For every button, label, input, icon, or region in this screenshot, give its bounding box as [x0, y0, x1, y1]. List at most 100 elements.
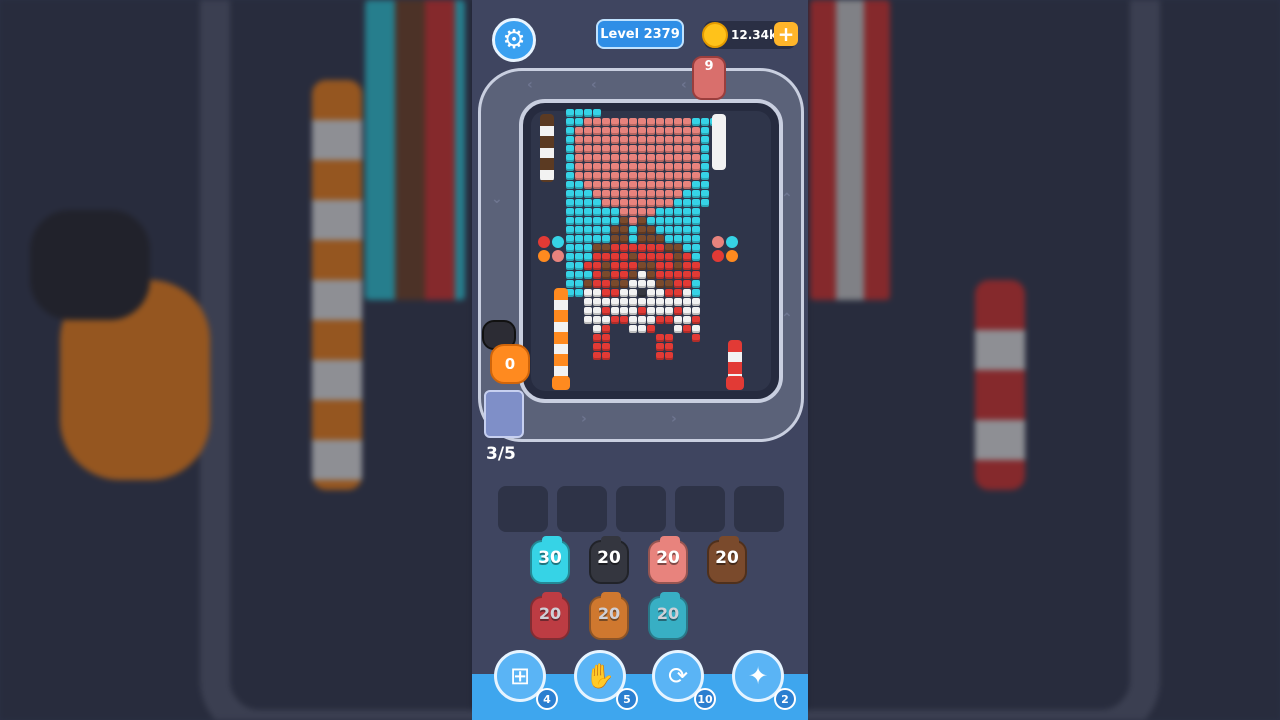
pixel-block [683, 307, 691, 315]
pixel-block [629, 199, 637, 207]
pixel-block [629, 307, 637, 315]
pixel-block [602, 316, 610, 324]
empty-slot [734, 486, 784, 532]
pixel-block [611, 208, 619, 216]
pixel-block [611, 181, 619, 189]
pixel-block [620, 307, 628, 315]
pixel-block [665, 136, 673, 144]
level-indicator: Level 2379 [596, 19, 684, 49]
pixel-block [629, 325, 637, 333]
pixel-block [584, 145, 592, 153]
pixel-block [692, 280, 700, 288]
shooter-piece[interactable]: 20 [589, 536, 629, 584]
pixel-block [692, 226, 700, 234]
pixel-block [665, 145, 673, 153]
shooter-piece[interactable]: 30 [530, 536, 570, 584]
pixel-block [593, 244, 601, 252]
pixel-block [674, 262, 682, 270]
pixel-block [665, 154, 673, 162]
pixel-block [593, 136, 601, 144]
add-slot-count: 4 [536, 688, 558, 710]
pixel-block [575, 271, 583, 279]
pixel-block [629, 154, 637, 162]
shooter-count: 20 [538, 604, 562, 623]
pixel-block [620, 208, 628, 216]
pixel-block [656, 262, 664, 270]
pixel-block [674, 217, 682, 225]
pixel-block [647, 271, 655, 279]
pixel-block [665, 172, 673, 180]
pixel-block [566, 136, 574, 144]
pixel-block [638, 199, 646, 207]
pixel-block [584, 118, 592, 126]
pixel-block [566, 280, 574, 288]
pixel-block [647, 136, 655, 144]
pixel-block [665, 352, 673, 360]
pixel-block [647, 289, 655, 297]
hand-count: 5 [616, 688, 638, 710]
pixel-block [638, 253, 646, 261]
pixel-block [656, 280, 664, 288]
orange-shooter[interactable]: 0 [490, 344, 530, 384]
pixel-block [683, 253, 691, 261]
pixel-block [647, 226, 655, 234]
pixel-block [593, 145, 601, 153]
pixel-block [701, 118, 709, 126]
pixel-block [665, 226, 673, 234]
pixel-block [701, 199, 709, 207]
shooter-piece[interactable]: 20 [648, 536, 688, 584]
pixel-block [620, 145, 628, 153]
pixel-block [656, 190, 664, 198]
orange-shooter-count: 0 [504, 355, 516, 373]
pixel-block [665, 307, 673, 315]
shooter-piece[interactable]: 20 [707, 536, 747, 584]
pixel-block [656, 334, 664, 342]
pixel-block [566, 208, 574, 216]
pixel-block [638, 307, 646, 315]
pixel-block [701, 127, 709, 135]
pixel-block [566, 226, 574, 234]
pixel-block [602, 244, 610, 252]
pixel-block [593, 181, 601, 189]
pixel-block [629, 208, 637, 216]
pixel-block [665, 262, 673, 270]
pixel-block [674, 127, 682, 135]
pixel-block [692, 163, 700, 171]
add-coins-button[interactable]: + [774, 22, 798, 46]
pixel-block [638, 136, 646, 144]
pixel-block [575, 127, 583, 135]
pixel-block [638, 289, 646, 297]
pixel-block [584, 154, 592, 162]
pixel-block [674, 325, 682, 333]
pixel-block [629, 289, 637, 297]
pixel-block [665, 118, 673, 126]
pixel-block [665, 163, 673, 171]
pixel-block [575, 280, 583, 288]
pixel-block [692, 172, 700, 180]
pixel-block [647, 199, 655, 207]
pixel-block [683, 217, 691, 225]
pixel-block [566, 109, 574, 117]
pixel-block [656, 244, 664, 252]
pixel-block [584, 190, 592, 198]
pixel-block [692, 316, 700, 324]
track-arrow-icon: › [671, 411, 677, 427]
pixel-block [602, 262, 610, 270]
pixel-block [692, 199, 700, 207]
pixel-block [656, 307, 664, 315]
pixel-block [665, 181, 673, 189]
pixel-block [593, 163, 601, 171]
pixel-block [674, 172, 682, 180]
brown-pole [540, 114, 554, 182]
shooter-ears [719, 536, 739, 544]
pixel-block [602, 163, 610, 171]
pixel-block [620, 163, 628, 171]
pixel-block [629, 190, 637, 198]
pixel-block [575, 163, 583, 171]
settings-button[interactable]: ⚙ [492, 18, 536, 62]
pixel-block [638, 235, 646, 243]
pixel-block [611, 280, 619, 288]
pixel-block [611, 262, 619, 270]
pixel-block [593, 280, 601, 288]
pixel-block [638, 145, 646, 153]
